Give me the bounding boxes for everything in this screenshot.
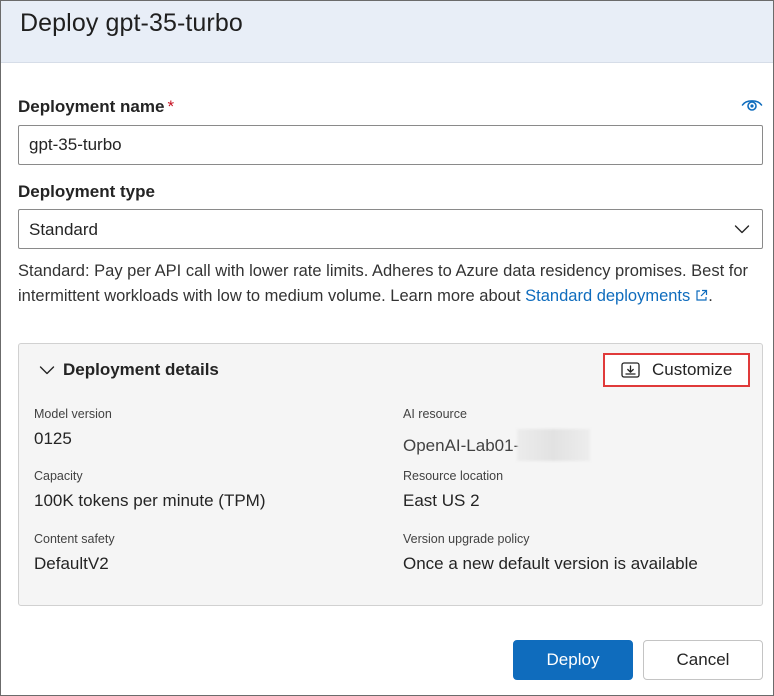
dialog-header: Deploy gpt-35-turbo [1, 1, 773, 63]
ai-resource-value: OpenAI-Lab01- [403, 429, 591, 461]
dialog-title: Deploy gpt-35-turbo [20, 9, 243, 37]
ai-resource-value-text: OpenAI-Lab01- [403, 436, 520, 455]
deployment-type-select[interactable]: Standard [18, 209, 763, 249]
standard-deployments-link[interactable]: Standard deployments [525, 287, 708, 305]
standard-deployments-link-text: Standard deployments [525, 287, 691, 305]
deployment-details-toggle[interactable]: Deployment details [39, 358, 219, 382]
redacted-block [517, 429, 591, 461]
model-version-value: 0125 [34, 429, 72, 448]
description-suffix: . [708, 287, 713, 305]
deployment-name-label: Deployment name * [18, 97, 174, 117]
deployment-details-panel: Deployment details Customize Model versi… [18, 343, 763, 606]
resource-location-value: East US 2 [403, 491, 480, 510]
deployment-name-label-text: Deployment name [18, 97, 165, 116]
customize-icon [621, 362, 640, 378]
chevron-down-icon [734, 225, 750, 234]
chevron-down-icon [39, 366, 55, 375]
cancel-button[interactable]: Cancel [643, 640, 763, 680]
capacity-label: Capacity [34, 469, 83, 483]
model-version-label: Model version [34, 407, 112, 421]
content-safety-value: DefaultV2 [34, 554, 109, 573]
version-upgrade-policy-value: Once a new default version is available [403, 554, 698, 573]
content-safety-label: Content safety [34, 532, 115, 546]
deploy-dialog: Deploy gpt-35-turbo Deployment name* Dep… [0, 0, 774, 696]
customize-button[interactable]: Customize [603, 353, 750, 387]
customize-label: Customize [652, 360, 733, 379]
deploy-button[interactable]: Deploy [513, 640, 633, 680]
eye-icon[interactable] [741, 97, 763, 113]
required-marker: * [167, 97, 175, 116]
resource-location-label: Resource location [403, 469, 504, 483]
deployment-details-title: Deployment details [63, 360, 219, 379]
capacity-value: 100K tokens per minute (TPM) [34, 491, 266, 510]
deployment-type-description: Standard: Pay per API call with lower ra… [18, 259, 758, 309]
deployment-name-input[interactable] [18, 125, 763, 165]
ai-resource-label: AI resource [403, 407, 467, 421]
deployment-type-label: Deployment type [18, 182, 155, 201]
external-link-icon [696, 289, 708, 301]
version-upgrade-policy-label: Version upgrade policy [403, 532, 530, 546]
deployment-type-value: Standard [29, 220, 98, 239]
